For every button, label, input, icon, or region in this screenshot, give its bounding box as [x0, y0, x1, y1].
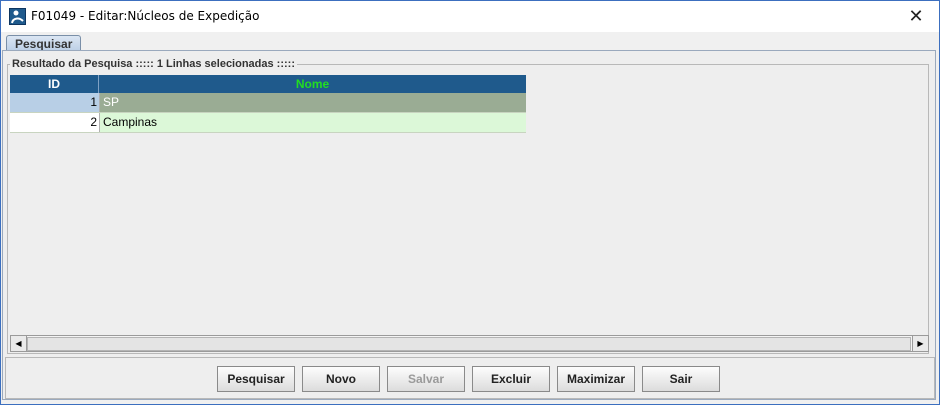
pesquisar-button[interactable]: Pesquisar	[217, 366, 295, 392]
results-legend: Resultado da Pesquisa ::::: 1 Linhas sel…	[10, 58, 297, 70]
title-bar: F01049 - Editar:Núcleos de Expedição ✕	[1, 1, 939, 32]
salvar-button[interactable]: Salvar	[387, 366, 465, 392]
cell-id: 2	[10, 113, 100, 132]
cell-id: 1	[10, 93, 100, 112]
excluir-button[interactable]: Excluir	[472, 366, 550, 392]
tab-strip: Pesquisar	[1, 32, 939, 53]
close-icon: ✕	[908, 6, 924, 26]
window-title: F01049 - Editar:Núcleos de Expedição	[31, 9, 260, 23]
maximizar-button[interactable]: Maximizar	[557, 366, 635, 392]
close-button[interactable]: ✕	[893, 1, 939, 32]
sair-button[interactable]: Sair	[642, 366, 720, 392]
novo-button[interactable]: Novo	[302, 366, 380, 392]
horizontal-scrollbar[interactable]: ◀ ▶	[10, 335, 929, 352]
table-row[interactable]: 1 SP	[10, 93, 526, 113]
table-header: ID Nome	[10, 75, 526, 93]
scroll-left-icon[interactable]: ◀	[11, 336, 27, 351]
results-table[interactable]: ID Nome 1 SP 2 Campinas	[10, 75, 526, 133]
app-logo-icon	[9, 8, 26, 25]
column-header-id[interactable]: ID	[10, 75, 99, 93]
table-row[interactable]: 2 Campinas	[10, 113, 526, 133]
scroll-thumb[interactable]	[27, 337, 911, 351]
scroll-right-icon[interactable]: ▶	[912, 336, 928, 351]
column-header-nome[interactable]: Nome	[99, 75, 526, 93]
cell-nome: Campinas	[100, 113, 526, 132]
cell-nome: SP	[100, 93, 526, 112]
button-bar	[5, 357, 935, 399]
